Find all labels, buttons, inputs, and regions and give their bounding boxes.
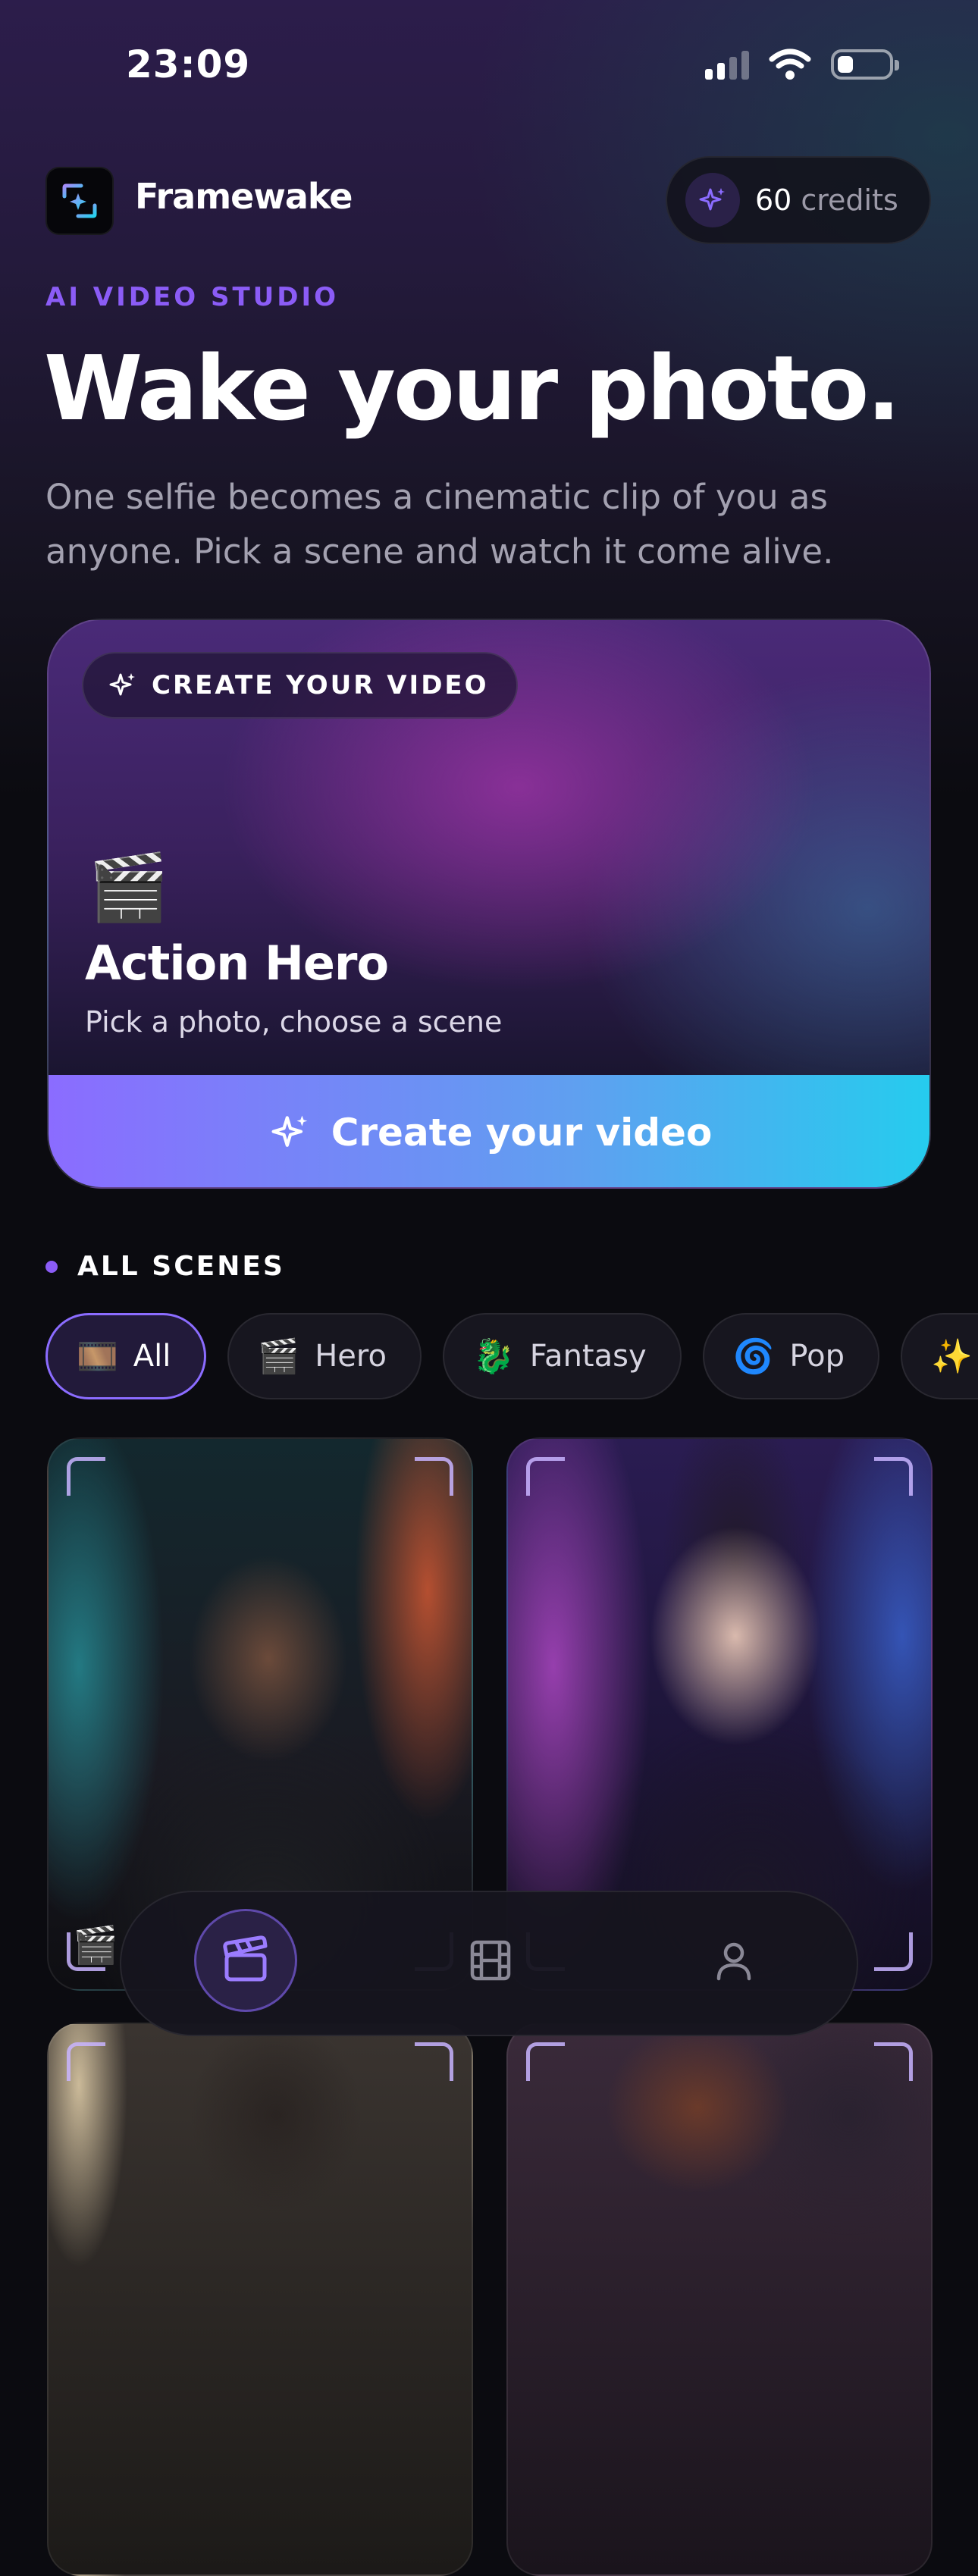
page-headline: Wake your photo.: [44, 336, 901, 440]
create-video-button-label: Create your video: [331, 1111, 713, 1155]
dragon-icon: 🐉: [472, 1337, 515, 1376]
sparkles-icon: ✨: [930, 1337, 973, 1376]
create-video-chip: CREATE YOUR VIDEO: [82, 652, 518, 719]
frame-corner: [415, 1457, 453, 1496]
film-icon: [470, 1940, 511, 1981]
filter-chip-label: Pop: [789, 1339, 845, 1374]
nav-create-tab[interactable]: [194, 1909, 297, 2012]
filter-chip-sparkles[interactable]: ✨: [900, 1313, 978, 1399]
frame-corner: [67, 2042, 105, 2081]
nav-profile-tab[interactable]: [682, 1909, 785, 2012]
clapperboard-icon: 🎬: [258, 1337, 300, 1376]
create-video-chip-label: CREATE YOUR VIDEO: [152, 670, 489, 700]
wifi-icon: [769, 49, 811, 80]
scene-subtitle: Pick a photo, choose a scene: [85, 1005, 503, 1039]
status-icons: [705, 47, 899, 82]
sparkle-icon: [109, 673, 135, 696]
scene-card-vintage-woman[interactable]: [506, 2023, 933, 2576]
frame-corner: [526, 1457, 565, 1496]
profile-icon: [716, 1942, 751, 1981]
scene-card-noir-man[interactable]: [47, 2023, 473, 2576]
cyclone-icon: 🌀: [732, 1337, 775, 1376]
frame-corner: [874, 1457, 913, 1496]
filter-chip-all[interactable]: 🎞️ All: [45, 1313, 207, 1399]
bottom-nav: [120, 1891, 858, 2036]
sparkle-icon: [271, 1115, 308, 1147]
frame-corner: [526, 2042, 565, 2081]
frame-corner: [415, 2042, 453, 2081]
page-subtext: One selfie becomes a cinematic clip of y…: [45, 477, 834, 572]
scene-filter-chips: 🎞️ All 🎬 Hero 🐉 Fantasy 🌀 Pop ✨: [45, 1313, 978, 1399]
create-video-card[interactable]: CREATE YOUR VIDEO 🎬 Action Hero Pick a p…: [47, 619, 931, 1189]
filter-chip-hero[interactable]: 🎬 Hero: [227, 1313, 422, 1399]
frame-corner: [67, 1457, 105, 1496]
battery-icon: [831, 49, 899, 80]
filter-chip-label: All: [133, 1339, 171, 1374]
eyebrow-label: AI VIDEO STUDIO: [45, 282, 340, 312]
film-frames-icon: 🎞️: [77, 1337, 118, 1376]
credits-label: credits: [801, 183, 898, 217]
section-title: ALL SCENES: [77, 1251, 285, 1282]
credits-button[interactable]: 60 credits: [666, 156, 931, 244]
frame-corner: [874, 2042, 913, 2081]
app-name: Framewake: [135, 176, 353, 217]
filter-chip-label: Fantasy: [529, 1339, 647, 1374]
clapperboard-icon: 🎬: [88, 850, 170, 926]
frame-corner: [874, 1932, 913, 1971]
create-video-button[interactable]: Create your video: [49, 1075, 929, 1187]
filter-chip-fantasy[interactable]: 🐉 Fantasy: [442, 1313, 682, 1399]
nav-library-tab[interactable]: [439, 1909, 542, 2012]
section-dot: [45, 1261, 58, 1273]
status-time: 23:09: [126, 42, 251, 86]
credits-amount: 60: [755, 183, 792, 217]
app-logo-icon: [45, 167, 114, 235]
filter-chip-label: Hero: [315, 1339, 387, 1374]
sparkle-icon: [685, 173, 740, 227]
clapperboard-icon: [223, 1935, 268, 1982]
clapperboard-icon: 🎬: [73, 1924, 118, 1966]
signal-icon: [705, 49, 749, 80]
filter-chip-pop[interactable]: 🌀 Pop: [702, 1313, 879, 1399]
scene-title: Action Hero: [85, 935, 389, 991]
